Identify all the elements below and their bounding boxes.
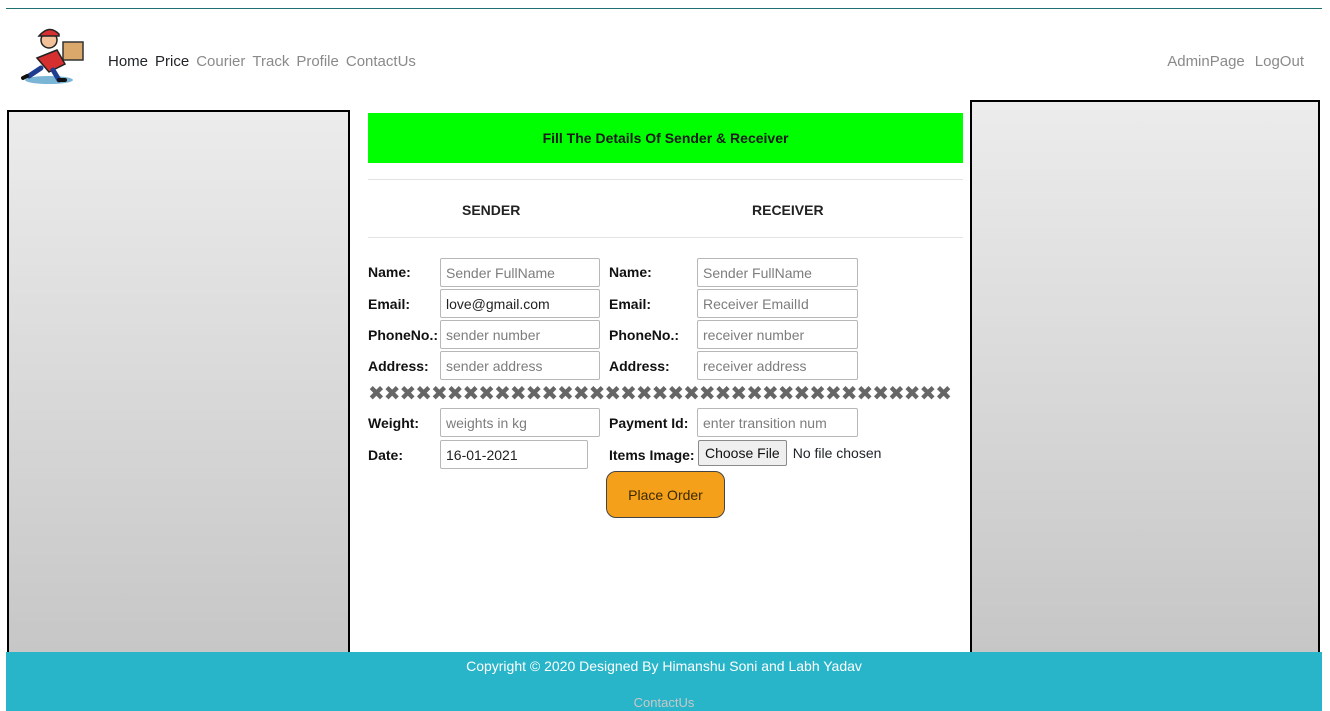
payment-id-input[interactable]	[697, 408, 858, 437]
choose-file-button[interactable]: Choose File	[698, 440, 787, 466]
sender-phone-input[interactable]	[440, 320, 600, 349]
top-rule	[6, 8, 1322, 9]
sender-email-input[interactable]	[440, 289, 600, 318]
courier-logo-icon[interactable]	[19, 20, 89, 88]
nav-logout[interactable]: LogOut	[1255, 53, 1304, 70]
sender-name-input[interactable]	[440, 258, 600, 287]
items-image-picker: Choose File No file chosen	[698, 440, 881, 466]
place-order-button[interactable]: Place Order	[606, 471, 725, 518]
divider-bottom	[368, 237, 963, 238]
weight-label: Weight:	[368, 415, 420, 431]
receiver-email-input[interactable]	[697, 289, 858, 318]
nav-track[interactable]: Track	[252, 53, 289, 70]
receiver-address-input[interactable]	[697, 351, 858, 380]
sender-address-input[interactable]	[440, 351, 600, 380]
receiver-name-label: Name:	[609, 264, 652, 280]
payment-id-label: Payment Id:	[609, 415, 689, 431]
nav-courier[interactable]: Courier	[196, 53, 245, 70]
sender-heading: SENDER	[462, 202, 521, 218]
cross-divider: ✖✖✖✖✖✖✖✖✖✖✖✖✖✖✖✖✖✖✖✖✖✖✖✖✖✖✖✖✖✖✖✖✖✖✖✖✖	[368, 383, 952, 405]
date-label: Date:	[368, 447, 404, 463]
nav-home[interactable]: Home	[108, 53, 148, 70]
file-status-text: No file chosen	[792, 445, 882, 461]
nav-contactus[interactable]: ContactUs	[346, 53, 416, 70]
date-input[interactable]	[440, 440, 588, 469]
form-banner: Fill The Details Of Sender & Receiver	[368, 113, 963, 163]
receiver-heading: RECEIVER	[752, 202, 824, 218]
nav-adminpage[interactable]: AdminPage	[1167, 53, 1245, 70]
nav-profile[interactable]: Profile	[296, 53, 339, 70]
left-side-panel	[7, 110, 350, 663]
account-nav: AdminPage LogOut	[1167, 53, 1304, 70]
footer-contactus-link[interactable]: ContactUs	[6, 695, 1322, 710]
items-image-label: Items Image:	[609, 447, 695, 463]
receiver-phone-input[interactable]	[697, 320, 858, 349]
sender-address-label: Address:	[368, 358, 429, 374]
receiver-phone-label: PhoneNo.:	[609, 327, 679, 343]
weight-input[interactable]	[440, 408, 600, 437]
receiver-name-input[interactable]	[697, 258, 858, 287]
divider-top	[368, 179, 963, 180]
footer: Copyright © 2020 Designed By Himanshu So…	[6, 652, 1322, 711]
receiver-email-label: Email:	[609, 296, 652, 312]
right-side-panel	[970, 100, 1320, 658]
nav-price[interactable]: Price	[155, 53, 189, 70]
sender-phone-label: PhoneNo.:	[368, 327, 438, 343]
footer-copyright: Copyright © 2020 Designed By Himanshu So…	[466, 658, 862, 674]
sender-name-label: Name:	[368, 264, 411, 280]
receiver-address-label: Address:	[609, 358, 670, 374]
sender-email-label: Email:	[368, 296, 411, 312]
main-nav: Home Price Courier Track Profile Contact…	[108, 53, 416, 70]
